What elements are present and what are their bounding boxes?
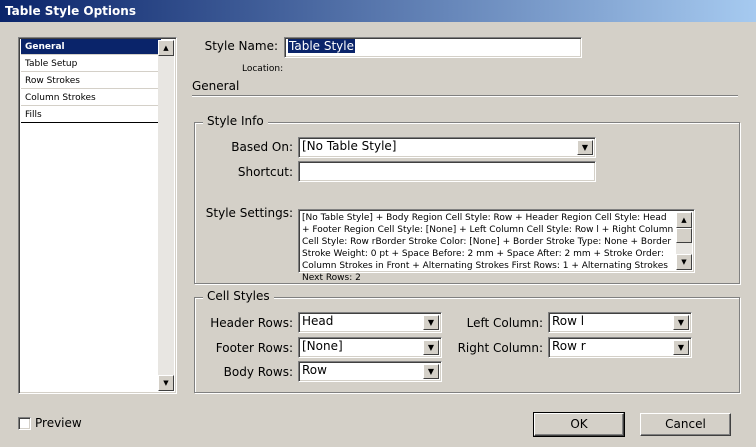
header-rows-dropdown[interactable]: Head ▼ (298, 312, 442, 333)
shortcut-label: Shortcut: (237, 165, 293, 179)
sidebar-item-fills[interactable]: Fills (21, 107, 161, 123)
style-settings-box[interactable]: [No Table Style] + Body Region Cell Styl… (298, 209, 695, 283)
chevron-down-icon[interactable]: ▼ (423, 364, 439, 379)
shortcut-input[interactable] (298, 161, 596, 182)
preview-checkbox[interactable] (18, 417, 31, 430)
sidebar-item-row-strokes[interactable]: Row Strokes (21, 73, 161, 89)
title-bar: Table Style Options (0, 0, 756, 22)
section-title: General (192, 79, 240, 93)
scroll-down-icon[interactable]: ▼ (676, 254, 692, 270)
sidebar-item-table-setup[interactable]: Table Setup (21, 56, 161, 72)
scroll-down-icon[interactable]: ▼ (158, 375, 174, 391)
scroll-thumb[interactable] (676, 228, 692, 243)
header-rows-label: Header Rows: (210, 316, 293, 330)
category-list[interactable]: General Table Setup Row Strokes Column S… (18, 37, 177, 394)
chevron-down-icon[interactable]: ▼ (673, 340, 689, 355)
body-rows-label: Body Rows: (223, 365, 293, 379)
style-settings-label: Style Settings: (205, 206, 293, 220)
scroll-up-icon[interactable]: ▲ (676, 212, 692, 228)
chevron-down-icon[interactable]: ▼ (577, 140, 593, 155)
left-column-dropdown[interactable]: Row l ▼ (548, 312, 692, 333)
body-rows-dropdown[interactable]: Row ▼ (298, 361, 442, 382)
style-name-input[interactable]: Table Style (284, 37, 582, 58)
ok-button[interactable]: OK (533, 412, 625, 437)
right-column-dropdown[interactable]: Row r ▼ (548, 337, 692, 358)
based-on-label: Based On: (231, 140, 293, 154)
cell-styles-title: Cell Styles (203, 289, 274, 303)
style-info-title: Style Info (203, 114, 268, 128)
scroll-up-icon[interactable]: ▲ (158, 40, 174, 56)
based-on-dropdown[interactable]: [No Table Style] ▼ (298, 137, 596, 158)
left-column-label: Left Column: (466, 316, 543, 330)
cancel-button[interactable]: Cancel (640, 413, 731, 436)
footer-rows-label: Footer Rows: (215, 341, 293, 355)
chevron-down-icon[interactable]: ▼ (673, 315, 689, 330)
style-settings-text: [No Table Style] + Body Region Cell Styl… (302, 213, 674, 283)
right-column-label: Right Column: (457, 341, 543, 355)
chevron-down-icon[interactable]: ▼ (423, 315, 439, 330)
footer-rows-dropdown[interactable]: [None] ▼ (298, 337, 442, 358)
chevron-down-icon[interactable]: ▼ (423, 340, 439, 355)
preview-label[interactable]: Preview (35, 416, 82, 430)
sidebar-scrollbar[interactable]: ▲ ▼ (158, 40, 174, 391)
style-name-label: Style Name: (204, 39, 278, 53)
location-label: Location: (242, 64, 284, 74)
style-settings-scrollbar[interactable]: ▲ ▼ (676, 212, 692, 270)
sidebar-item-general[interactable]: General (21, 39, 161, 55)
section-divider (192, 95, 738, 97)
sidebar-item-column-strokes[interactable]: Column Strokes (21, 90, 161, 106)
